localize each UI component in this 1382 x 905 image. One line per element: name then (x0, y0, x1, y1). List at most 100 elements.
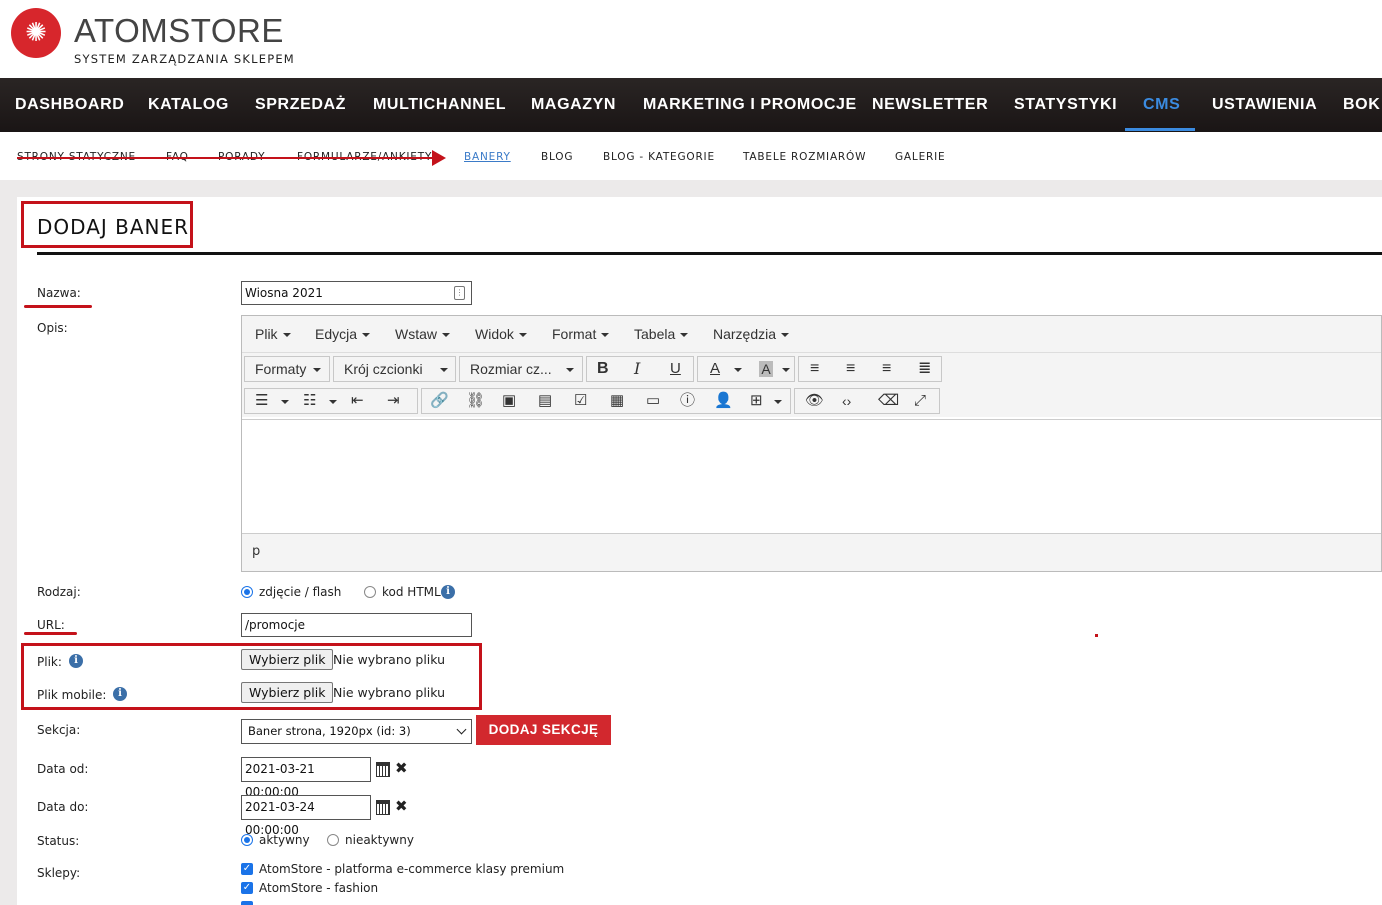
nav-cms[interactable]: CMS (1143, 78, 1180, 132)
editor-menu-format[interactable]: Format (552, 326, 610, 342)
file-mobile-info-icon[interactable]: i (113, 687, 127, 701)
file-info-icon[interactable]: i (69, 654, 83, 668)
nav-multichannel[interactable]: MULTICHANNEL (373, 78, 506, 132)
type-radio-image[interactable] (241, 586, 253, 598)
nav-statystyki[interactable]: STATYSTYKI (1014, 78, 1117, 132)
nav-sprzedaz[interactable]: SPRZEDAŻ (255, 78, 346, 132)
nav-ustawienia[interactable]: USTAWIENIA (1212, 78, 1317, 132)
grid-icon[interactable]: ▦ (610, 391, 624, 417)
file-mobile-status-text: Nie wybrano pliku (333, 685, 446, 700)
underline-icon[interactable]: U (670, 359, 681, 385)
fullscreen-icon[interactable]: ⤢ (914, 391, 926, 417)
editor-menu-wstaw[interactable]: Wstaw (395, 326, 450, 342)
font-size-dropdown[interactable]: Rozmiar cz... (459, 356, 583, 382)
url-input-value: /promocje (245, 618, 306, 632)
shop-checkbox-3[interactable] (241, 901, 253, 905)
subnav-galerie[interactable]: GALERIE (895, 151, 945, 163)
desc-label: Opis: (37, 321, 68, 335)
preview-eye-icon[interactable]: 👁 (805, 391, 824, 417)
editor-menu-plik[interactable]: Plik (255, 326, 291, 342)
shop-checkbox-2[interactable]: ✓ (241, 882, 253, 894)
shop-label-2: AtomStore - fashion (259, 881, 379, 895)
date-from-label: Data od: (37, 762, 89, 776)
sub-nav: STRONY STATYCZNE FAQ PORADY FORMULARZE/A… (0, 132, 1382, 180)
template-icon[interactable]: ▭ (646, 391, 660, 417)
autofill-icon[interactable]: ⋮ (454, 286, 465, 300)
media-icon[interactable]: ▤ (538, 391, 552, 417)
info-icon[interactable]: i (441, 585, 455, 599)
name-input[interactable]: Wiosna 2021 ⋮ (241, 281, 472, 305)
title-divider (37, 252, 1382, 255)
editor-menu-widok[interactable]: Widok (475, 326, 527, 342)
align-right-icon[interactable]: ≡ (882, 359, 891, 385)
content-left-strip (0, 197, 17, 905)
shops-label: Sklepy: (37, 866, 81, 880)
annotation-arrow-line (17, 157, 437, 159)
subnav-banery[interactable]: BANERY (464, 151, 511, 163)
nav-marketing[interactable]: MARKETING I PROMOCJE (643, 78, 857, 132)
file-status-text: Nie wybrano pliku (333, 652, 446, 667)
indent-icon[interactable]: ⇥ (387, 391, 400, 417)
alignment-group: ≡ ≡ ≡ ≣ (798, 356, 942, 382)
eraser-icon[interactable]: ⌫ (878, 391, 899, 417)
source-code-icon[interactable]: ‹› (842, 391, 851, 417)
editor-menu-tabela[interactable]: Tabela (634, 326, 689, 342)
align-center-icon[interactable]: ≡ (846, 359, 855, 385)
nav-katalog[interactable]: KATALOG (148, 78, 229, 132)
date-to-clear-icon[interactable]: ✖ (395, 797, 408, 815)
status-radio-inactive[interactable] (327, 834, 339, 846)
editor-content-area[interactable] (242, 419, 1381, 535)
date-from-clear-icon[interactable]: ✖ (395, 759, 408, 777)
checklist-icon[interactable]: ☑ (574, 391, 587, 417)
shop-checkbox-1[interactable]: ✓ (241, 863, 253, 875)
outdent-icon[interactable]: ⇤ (351, 391, 364, 417)
date-from-input[interactable]: 2021-03-21 00:00:00 (241, 757, 371, 799)
type-radio-image-label: zdjęcie / flash (259, 585, 342, 599)
nav-bok[interactable]: BOK (1343, 78, 1380, 132)
main-nav: DASHBOARD KATALOG SPRZEDAŻ MULTICHANNEL … (0, 78, 1382, 132)
bold-icon[interactable]: B (597, 359, 609, 385)
add-section-button[interactable]: DODAJ SEKCJĘ (476, 715, 611, 745)
link-icon[interactable]: 🔗 (430, 391, 449, 417)
date-to-calendar-icon[interactable] (376, 800, 390, 815)
align-left-icon[interactable]: ≡ (810, 359, 819, 385)
italic-icon[interactable]: I (634, 359, 640, 385)
type-radio-html[interactable] (364, 586, 376, 598)
background-color-icon[interactable]: A (759, 361, 773, 377)
status-radio-active[interactable] (241, 834, 253, 846)
type-label: Rodzaj: (37, 585, 81, 599)
font-family-dropdown[interactable]: Krój czcionki (333, 356, 456, 382)
font-color-icon[interactable]: A (710, 359, 720, 385)
editor-element-path[interactable]: p (252, 544, 260, 559)
editor-menu-narzedzia[interactable]: Narzędzia (713, 326, 790, 342)
formats-dropdown[interactable]: Formaty (244, 356, 330, 382)
numbered-list-icon[interactable]: ☷ (303, 391, 316, 417)
unlink-icon[interactable]: ⛓ (466, 391, 485, 417)
bullet-list-icon[interactable]: ☰ (255, 391, 268, 417)
file-mobile-label: Plik mobile: (37, 688, 107, 702)
date-to-value: 2021-03-24 00:00:00 (245, 800, 315, 837)
info-block-icon[interactable]: ⓘ (680, 391, 695, 417)
editor-menu-edycja[interactable]: Edycja (315, 326, 371, 342)
nav-magazyn[interactable]: MAGAZYN (531, 78, 616, 132)
date-to-input[interactable]: 2021-03-24 00:00:00 (241, 795, 371, 837)
add-user-icon[interactable]: 👤 (714, 391, 733, 417)
nav-newsletter[interactable]: NEWSLETTER (872, 78, 988, 132)
subnav-blog[interactable]: BLOG (541, 151, 573, 163)
subnav-tabele-rozmiarow[interactable]: TABELE ROZMIARÓW (743, 151, 866, 163)
file-label: Plik: (37, 655, 62, 669)
file-mobile-choose-button[interactable]: Wybierz plik (241, 682, 334, 703)
url-input[interactable]: /promocje (241, 613, 472, 637)
date-from-calendar-icon[interactable] (376, 762, 390, 777)
atomstore-logo-icon[interactable]: ✺ (11, 8, 61, 58)
image-icon[interactable]: ▣ (502, 391, 516, 417)
align-justify-icon[interactable]: ≣ (918, 359, 931, 385)
file-choose-button[interactable]: Wybierz plik (241, 649, 334, 670)
table-icon[interactable]: ⊞ (750, 391, 763, 417)
chevron-down-icon (456, 724, 467, 735)
annotation-arrow-head (432, 150, 446, 166)
nav-dashboard[interactable]: DASHBOARD (15, 78, 124, 132)
section-select[interactable]: Baner strona, 1920px (id: 3) (241, 719, 472, 744)
status-label: Status: (37, 834, 80, 848)
subnav-blog-kategorie[interactable]: BLOG - KATEGORIE (603, 151, 715, 163)
